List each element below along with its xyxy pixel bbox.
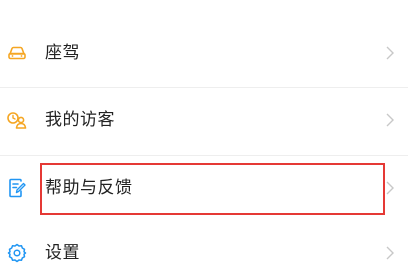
menu-item-label: 座驾: [45, 43, 80, 63]
visitors-icon: [6, 109, 28, 131]
menu-item-settings[interactable]: 设置: [0, 222, 408, 274]
menu-item-label: 设置: [45, 243, 80, 263]
car-icon: [6, 42, 28, 64]
divider: [0, 87, 408, 88]
gear-icon: [6, 242, 28, 264]
divider: [0, 155, 408, 156]
menu-item-visitors[interactable]: 我的访客: [0, 89, 408, 151]
chevron-right-icon: [384, 110, 396, 130]
chevron-right-icon: [384, 178, 396, 198]
feedback-icon: [6, 177, 28, 199]
settings-menu: 座驾 我的访客 帮助与反馈 设置: [0, 0, 408, 274]
chevron-right-icon: [384, 43, 396, 63]
menu-item-label: 帮助与反馈: [45, 178, 133, 198]
chevron-right-icon: [384, 243, 396, 263]
menu-item-help-feedback[interactable]: 帮助与反馈: [0, 157, 408, 219]
menu-item-car[interactable]: 座驾: [0, 22, 408, 84]
menu-item-label: 我的访客: [45, 110, 115, 130]
